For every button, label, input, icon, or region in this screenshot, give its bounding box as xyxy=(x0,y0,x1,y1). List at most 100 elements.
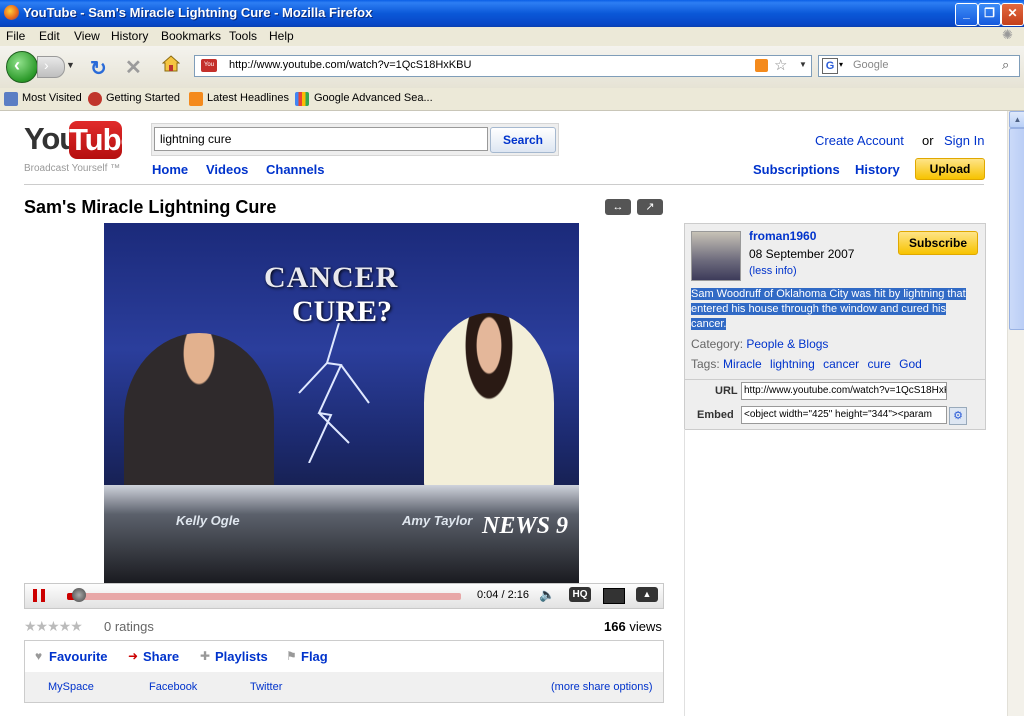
pause-icon[interactable] xyxy=(33,589,45,602)
embed-code-field[interactable]: <object width="425" height="344"><param xyxy=(741,406,947,424)
menu-edit[interactable]: Edit xyxy=(39,29,60,43)
stop-icon[interactable]: ✕ xyxy=(125,55,142,80)
reload-icon[interactable]: ↻ xyxy=(90,56,107,81)
description-text: Sam Woodruff of Oklahoma City was hit by… xyxy=(691,288,966,330)
menu-history[interactable]: History xyxy=(111,29,148,43)
forward-button[interactable]: › xyxy=(37,56,65,78)
forward-arrow-icon: › xyxy=(44,57,49,73)
rating-stars-icon[interactable]: ★★★★★ xyxy=(24,618,83,635)
firefox-icon xyxy=(4,5,19,20)
action-bar: ♥ Favourite ➜ Share ✚ Playlists ⚑ Flag xyxy=(24,640,664,673)
playlists-button[interactable]: Playlists xyxy=(215,649,268,664)
url-label: URL xyxy=(715,385,738,397)
magnifier-icon[interactable]: ⌕ xyxy=(1002,57,1009,73)
menu-file[interactable]: File xyxy=(6,29,25,43)
history-link[interactable]: History xyxy=(855,162,900,177)
avatar[interactable] xyxy=(691,231,741,281)
url-text[interactable]: http://www.youtube.com/watch?v=1QcS18HxK… xyxy=(229,59,471,71)
google-icon xyxy=(295,92,309,106)
back-button[interactable]: ‹ xyxy=(6,51,38,83)
menu-view[interactable]: View xyxy=(74,29,100,43)
url-bar[interactable]: You http://www.youtube.com/watch?v=1QcS1… xyxy=(194,55,812,77)
subscriptions-link[interactable]: Subscriptions xyxy=(753,162,840,177)
or-text: or xyxy=(922,133,934,148)
share-myspace[interactable]: MySpace xyxy=(48,681,94,693)
upload-date: 08 September 2007 xyxy=(749,247,855,261)
popout-icon[interactable]: ↗ xyxy=(637,199,663,215)
sign-in-link[interactable]: Sign In xyxy=(944,133,984,148)
heart-icon: ♥ xyxy=(35,649,43,663)
youtube-favicon-icon: You xyxy=(201,59,217,72)
history-dropdown-icon[interactable]: ▼ xyxy=(66,60,75,70)
tag-link[interactable]: lightning xyxy=(770,357,815,371)
web-search-placeholder[interactable]: Google xyxy=(853,59,888,71)
menu-bookmarks[interactable]: Bookmarks xyxy=(161,29,221,43)
share-options-bar: MySpace Facebook Twitter (more share opt… xyxy=(24,672,664,703)
minimize-button[interactable]: _ xyxy=(955,3,978,26)
less-info-link[interactable]: (less info) xyxy=(749,265,797,277)
upload-button[interactable]: Upload xyxy=(915,158,985,180)
close-button[interactable]: ✕ xyxy=(1001,3,1024,26)
engine-dropdown-icon[interactable]: ▾ xyxy=(839,60,843,69)
bookmark-most-visited[interactable]: Most Visited xyxy=(22,92,82,104)
video-url-field[interactable]: http://www.youtube.com/watch?v=1QcS18HxK… xyxy=(741,382,947,400)
web-search-bar[interactable]: G ▾ Google ⌕ xyxy=(818,55,1020,77)
youtube-logo[interactable]: You Tube xyxy=(24,121,138,161)
more-share-options[interactable]: (more share options) xyxy=(551,681,653,693)
video-info-panel: froman1960 08 September 2007 (less info)… xyxy=(684,223,986,430)
video-description: Sam Woodruff of Oklahoma City was hit by… xyxy=(691,287,977,332)
favourite-button[interactable]: Favourite xyxy=(49,649,108,664)
nav-channels[interactable]: Channels xyxy=(266,162,325,177)
player-controls: 0:04 / 2:16 🔈 HQ ▲ xyxy=(24,583,664,609)
gear-icon[interactable]: ⚙ xyxy=(949,407,967,425)
share-button[interactable]: Share xyxy=(143,649,179,664)
vertical-scrollbar[interactable]: ▲ xyxy=(1007,111,1024,716)
wide-player-icon[interactable]: ↔ xyxy=(605,199,631,215)
bookmark-star-icon[interactable]: ☆ xyxy=(774,56,787,74)
create-account-link[interactable]: Create Account xyxy=(815,133,904,148)
search-input[interactable]: lightning cure xyxy=(154,127,488,151)
subscribe-button[interactable]: Subscribe xyxy=(898,231,978,255)
bookmarks-toolbar: Most Visited Getting Started Latest Head… xyxy=(0,88,1024,111)
bookmark-google-advanced[interactable]: Google Advanced Sea... xyxy=(314,92,433,104)
home-icon[interactable] xyxy=(162,55,180,73)
rss-feed-icon[interactable] xyxy=(755,59,768,72)
station-logo: NEWS 9 xyxy=(482,513,569,539)
plus-icon: ✚ xyxy=(200,649,211,663)
tag-link[interactable]: cure xyxy=(867,357,890,371)
google-engine-icon[interactable]: G xyxy=(822,58,838,74)
progress-bar[interactable] xyxy=(67,593,461,600)
search-input-value[interactable]: lightning cure xyxy=(160,132,231,146)
tag-link[interactable]: God xyxy=(899,357,922,371)
tag-link[interactable]: Miracle xyxy=(723,357,762,371)
share-facebook[interactable]: Facebook xyxy=(149,681,197,693)
flag-button[interactable]: Flag xyxy=(301,649,328,664)
share-twitter[interactable]: Twitter xyxy=(250,681,282,693)
seek-knob[interactable] xyxy=(71,588,86,602)
back-arrow-icon: ‹ xyxy=(14,55,20,75)
uploader-name[interactable]: froman1960 xyxy=(749,229,816,243)
category-link[interactable]: People & Blogs xyxy=(746,337,828,351)
loading-throbber-icon: ✺ xyxy=(1002,27,1013,42)
overlay-cure-text: CURE? xyxy=(292,295,393,328)
nav-home[interactable]: Home xyxy=(152,162,188,177)
scroll-thumb[interactable] xyxy=(1009,128,1024,330)
video-title: Sam's Miracle Lightning Cure xyxy=(24,197,277,217)
volume-icon[interactable]: 🔈 xyxy=(539,587,555,603)
bookmark-getting-started[interactable]: Getting Started xyxy=(106,92,180,104)
tag-link[interactable]: cancer xyxy=(823,357,859,371)
video-player[interactable]: CANCER CURE? Kelly Ogle Amy Taylor NEWS … xyxy=(24,223,664,583)
search-button[interactable]: Search xyxy=(490,127,556,153)
player-size-icon[interactable] xyxy=(603,588,625,604)
bookmark-latest-headlines[interactable]: Latest Headlines xyxy=(207,92,289,104)
hq-button[interactable]: HQ xyxy=(569,587,591,602)
video-frame[interactable]: CANCER CURE? Kelly Ogle Amy Taylor NEWS … xyxy=(104,223,579,583)
url-dropdown-icon[interactable]: ▼ xyxy=(799,60,807,69)
menu-tools[interactable]: Tools xyxy=(229,29,257,43)
nav-videos[interactable]: Videos xyxy=(206,162,248,177)
scroll-up-icon[interactable]: ▲ xyxy=(1009,111,1024,128)
maximize-button[interactable]: ❐ xyxy=(978,3,1001,26)
logo-tube: Tube xyxy=(69,121,138,159)
fullscreen-icon[interactable]: ▲ xyxy=(636,587,658,602)
menu-help[interactable]: Help xyxy=(269,29,294,43)
